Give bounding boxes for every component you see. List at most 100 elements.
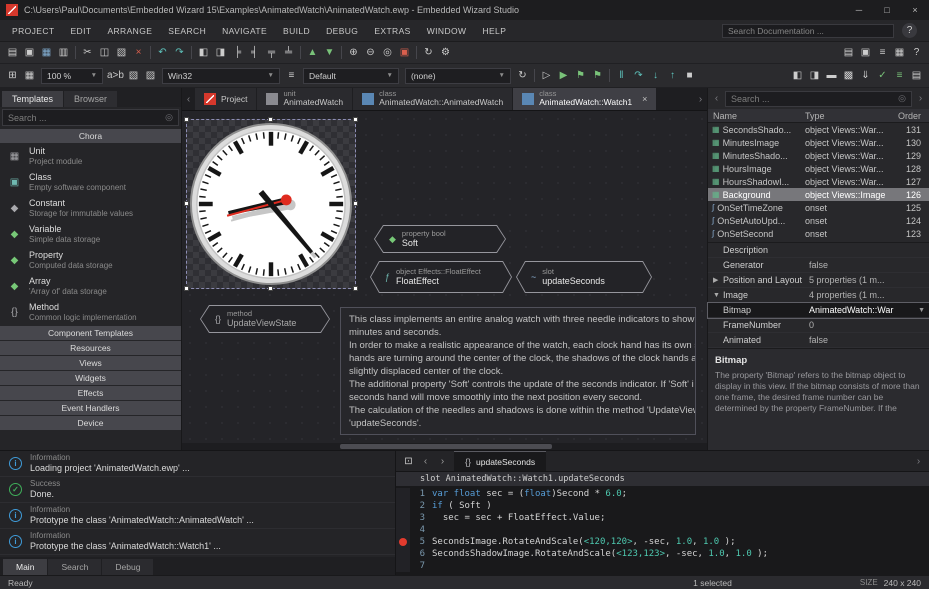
zoom-out-icon[interactable]: ⊖ xyxy=(362,44,379,61)
breakpoint-gutter[interactable] xyxy=(396,536,410,548)
log-entry[interactable]: ✓ Success Done. xyxy=(0,477,395,503)
save-all-icon[interactable]: ▦ xyxy=(38,44,55,61)
resize-handle-w[interactable] xyxy=(184,201,189,206)
property-row-bitmap-selected[interactable]: Bitmap AnimatedWatch::War ▼ xyxy=(707,302,929,319)
breakpoint-gutter[interactable] xyxy=(396,548,410,560)
template-item-unit[interactable]: ▦ Unit Project module xyxy=(0,143,181,169)
chevron-down-icon[interactable]: ▼ xyxy=(918,307,929,314)
stop-icon[interactable]: ■ xyxy=(681,67,698,84)
collapsed-arrow-icon[interactable]: ▶ xyxy=(713,276,723,284)
tab-project[interactable]: Project xyxy=(195,88,257,110)
column-type[interactable]: Type xyxy=(805,111,885,121)
breakpoint-gutter[interactable] xyxy=(396,524,410,536)
show-grid-icon[interactable]: ⊞ xyxy=(4,67,21,84)
property-value[interactable]: false xyxy=(809,335,929,345)
property-value[interactable]: false xyxy=(809,260,929,270)
group-effects[interactable]: Effects xyxy=(0,386,181,400)
show-inspector-icon[interactable]: ▣ xyxy=(857,44,874,61)
menu-arrange[interactable]: ARRANGE xyxy=(99,26,160,36)
code-editor[interactable]: 1 var float sec = (float)Second * 6.0; 2… xyxy=(396,486,929,575)
property-row-image[interactable]: ▼ Image 4 properties (1 m... xyxy=(708,288,929,303)
bring-forward-icon[interactable]: ◧ xyxy=(195,44,212,61)
property-row-description[interactable]: Description xyxy=(708,243,929,258)
breakpoint-icon[interactable] xyxy=(399,538,407,546)
step-out-icon[interactable]: ↑ xyxy=(664,67,681,84)
log-entry[interactable]: i Information Prototype the class 'Anima… xyxy=(0,529,395,555)
breakpoint-gutter[interactable] xyxy=(396,500,410,512)
member-row[interactable]: ▦ HoursShadowI... object Views::War... 12… xyxy=(708,175,929,188)
template-item-variable[interactable]: ◆ Variable Simple data storage xyxy=(0,221,181,247)
property-row-animated[interactable]: Animated false xyxy=(708,333,929,348)
property-value[interactable]: AnimatedWatch::War xyxy=(809,305,918,315)
history-back-icon[interactable]: ‹ xyxy=(417,453,434,470)
template-item-array[interactable]: ◆ Array 'Array of' data storage xyxy=(0,273,181,299)
templates-search-input[interactable]: Search ... ◎ xyxy=(2,109,179,126)
column-order[interactable]: Order xyxy=(885,111,929,121)
log-tab-search[interactable]: Search xyxy=(48,559,102,575)
cut-icon[interactable]: ✂ xyxy=(79,44,96,61)
expanded-arrow-icon[interactable]: ▼ xyxy=(713,292,723,299)
resize-handle-n[interactable] xyxy=(268,117,273,122)
highlight-unused-icon[interactable]: ▣ xyxy=(396,44,413,61)
menu-search[interactable]: SEARCH xyxy=(160,26,214,36)
group-device[interactable]: Device xyxy=(0,416,181,430)
menu-extras[interactable]: EXTRAS xyxy=(366,26,418,36)
align-right-icon[interactable]: ╡ xyxy=(246,44,263,61)
arrange-down-icon[interactable]: ▼ xyxy=(321,44,338,61)
members-search-input[interactable]: Search ... ◎ xyxy=(725,90,912,107)
breakpoint-gutter[interactable] xyxy=(396,488,410,500)
breakpoint-gutter[interactable] xyxy=(396,512,410,524)
pause-icon[interactable]: ‖ xyxy=(613,67,630,84)
resize-handle-se[interactable] xyxy=(353,286,358,291)
menu-edit[interactable]: EDIT xyxy=(62,26,99,36)
resize-handle-sw[interactable] xyxy=(184,286,189,291)
toggle-right-panel-icon[interactable]: ◨ xyxy=(806,67,823,84)
member-row[interactable]: ▦ MinutesShado... object Views::War... 12… xyxy=(708,149,929,162)
log-entry[interactable]: i Information Prototype the class 'Anima… xyxy=(0,503,395,529)
class-description-annotation[interactable]: This class implements an entire analog w… xyxy=(340,307,696,435)
group-views[interactable]: Views xyxy=(0,356,181,370)
inspector-forward-icon[interactable]: › xyxy=(914,93,927,104)
group-widgets[interactable]: Widgets xyxy=(0,371,181,385)
tab-templates[interactable]: Templates xyxy=(2,91,64,107)
inspector-back-icon[interactable]: ‹ xyxy=(710,93,723,104)
member-row[interactable]: ▦ HoursImage object Views::War... 128 xyxy=(708,162,929,175)
resize-handle-s[interactable] xyxy=(268,286,273,291)
show-help-icon[interactable]: ? xyxy=(908,44,925,61)
code-tab-updateseconds[interactable]: {} updateSeconds xyxy=(454,451,547,471)
resize-handle-nw[interactable] xyxy=(184,117,189,122)
group-component-templates[interactable]: Component Templates xyxy=(0,326,181,340)
member-row[interactable]: ∫ OnSetAutoUpd... onset 124 xyxy=(708,214,929,227)
settings-gear-icon[interactable]: ⚙ xyxy=(437,44,454,61)
doc-search-input[interactable]: Search Documentation ... xyxy=(722,23,894,38)
node-floateffect[interactable]: ƒ object Effects::FloatEffect FloatEffec… xyxy=(370,261,512,293)
canvas-hscrollbar-thumb[interactable] xyxy=(340,444,552,449)
align-bottom-icon[interactable]: ╧ xyxy=(280,44,297,61)
more-tools-icon[interactable]: ▤ xyxy=(908,67,925,84)
reload-icon[interactable]: ↻ xyxy=(514,67,531,84)
menu-window[interactable]: WINDOW xyxy=(419,26,475,36)
open-project-icon[interactable]: ▣ xyxy=(21,44,38,61)
profile-list-icon[interactable]: ≡ xyxy=(283,67,300,84)
styles-icon[interactable]: ▧ xyxy=(125,67,142,84)
composer-canvas[interactable]: ◆ property bool Soft ƒ object Effects::F… xyxy=(182,111,707,450)
align-left-icon[interactable]: ╞ xyxy=(229,44,246,61)
canvas-hscrollbar[interactable] xyxy=(182,443,707,450)
step-into-icon[interactable]: ↓ xyxy=(647,67,664,84)
member-row[interactable]: ▦ MinutesImage object Views::War... 130 xyxy=(708,136,929,149)
clock-object-selection[interactable] xyxy=(184,117,358,291)
member-row[interactable]: ∫ OnSetTimeZone onset 125 xyxy=(708,201,929,214)
tab-scroll-left-icon[interactable]: ‹ xyxy=(182,88,195,110)
resize-handle-ne[interactable] xyxy=(353,117,358,122)
property-value[interactable]: 0 xyxy=(809,320,929,330)
paste-icon[interactable]: ▧ xyxy=(113,44,130,61)
flag-profile-1-icon[interactable]: ⚑ xyxy=(572,67,589,84)
log-entry[interactable]: i Information Loading project 'AnimatedW… xyxy=(0,451,395,477)
resize-handle-e[interactable] xyxy=(353,201,358,206)
property-row-generator[interactable]: Generator false xyxy=(708,258,929,273)
code-tabs-scroll-right-icon[interactable]: › xyxy=(912,456,925,467)
language-select[interactable]: (none) ▼ xyxy=(404,67,511,84)
align-top-icon[interactable]: ╤ xyxy=(263,44,280,61)
step-over-icon[interactable]: ↷ xyxy=(630,67,647,84)
history-forward-icon[interactable]: › xyxy=(434,453,451,470)
